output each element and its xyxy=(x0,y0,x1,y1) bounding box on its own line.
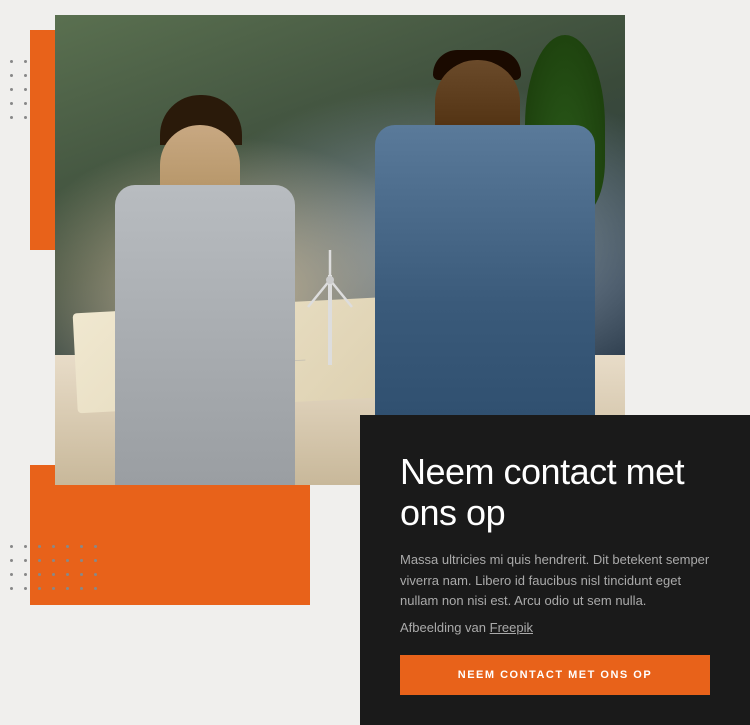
dot xyxy=(10,573,13,576)
dot xyxy=(80,587,83,590)
dot xyxy=(24,88,27,91)
dot xyxy=(24,116,27,119)
dot xyxy=(52,573,55,576)
dot xyxy=(24,573,27,576)
dot xyxy=(24,74,27,77)
dot xyxy=(94,559,97,562)
dot xyxy=(10,559,13,562)
dot xyxy=(24,587,27,590)
dot xyxy=(94,573,97,576)
dot xyxy=(80,573,83,576)
dots-bottom-left xyxy=(10,545,102,595)
person-left xyxy=(115,105,295,485)
info-box: Neem contact met ons op Massa ultricies … xyxy=(360,415,750,725)
dot xyxy=(66,559,69,562)
dot xyxy=(94,545,97,548)
dot xyxy=(66,587,69,590)
dot xyxy=(10,116,13,119)
dot xyxy=(38,587,41,590)
dot xyxy=(10,74,13,77)
wind-turbine-model xyxy=(300,245,360,365)
dot xyxy=(52,559,55,562)
dot xyxy=(66,545,69,548)
dot xyxy=(66,573,69,576)
dot xyxy=(94,587,97,590)
dot xyxy=(38,573,41,576)
dot xyxy=(24,545,27,548)
freepik-link[interactable]: Freepik xyxy=(490,620,533,635)
info-box-description: Massa ultricies mi quis hendrerit. Dit b… xyxy=(400,550,710,612)
contact-cta-button[interactable]: NEEM CONTACT MET ONS OP xyxy=(400,655,710,695)
dot xyxy=(10,545,13,548)
info-box-attribution: Afbeelding van Freepik xyxy=(400,620,710,635)
dot xyxy=(38,559,41,562)
dot xyxy=(10,88,13,91)
dot xyxy=(52,587,55,590)
page-wrapper: Neem contact met ons op Massa ultricies … xyxy=(0,0,750,725)
info-box-title: Neem contact met ons op xyxy=(400,451,710,534)
dot xyxy=(24,559,27,562)
dot xyxy=(52,545,55,548)
dot xyxy=(10,60,13,63)
dot xyxy=(80,559,83,562)
dot xyxy=(10,102,13,105)
dot xyxy=(24,60,27,63)
dot xyxy=(24,102,27,105)
dot xyxy=(38,545,41,548)
dot xyxy=(10,587,13,590)
dot xyxy=(80,545,83,548)
